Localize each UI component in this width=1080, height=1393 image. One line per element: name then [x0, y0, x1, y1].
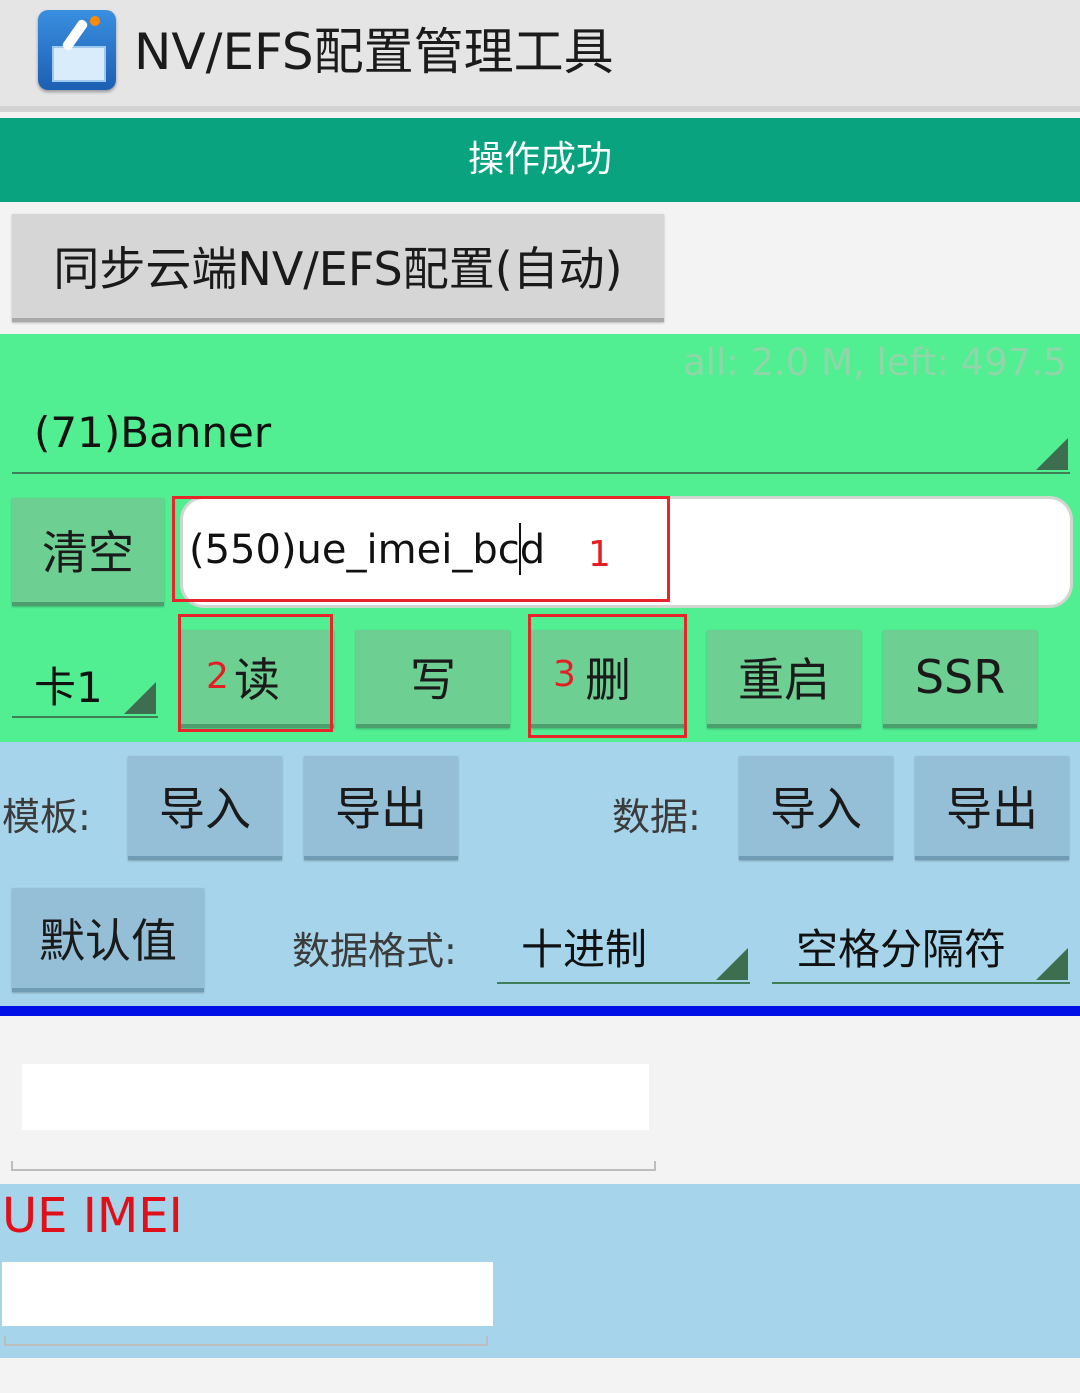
number-base-spinner[interactable]: 十进制: [497, 906, 750, 984]
template-label: 模板:: [2, 795, 91, 839]
imei-field-underline: [4, 1336, 488, 1346]
dropdown-triangle-icon: [1036, 438, 1068, 470]
imei-title: UE IMEI: [2, 1188, 183, 1244]
annotation-box-3: [528, 614, 687, 738]
dropdown-triangle-icon: [124, 682, 156, 714]
app-title: NV/EFS配置管理工具: [134, 23, 614, 81]
number-base-value: 十进制: [521, 925, 648, 974]
annotation-box-2: [178, 614, 333, 732]
annotation-number-2: 2: [206, 656, 229, 697]
section-divider: [0, 1006, 1080, 1016]
dropdown-triangle-icon: [1036, 948, 1068, 980]
annotation-number-3: 3: [553, 654, 576, 695]
data-format-label: 数据格式:: [292, 929, 457, 973]
result-field[interactable]: [22, 1064, 649, 1130]
result-field-underline: [11, 1161, 656, 1171]
annotation-number-1: 1: [588, 534, 611, 575]
status-banner: 操作成功: [0, 118, 1080, 202]
sim-card-spinner[interactable]: 卡1: [12, 640, 158, 718]
nv-group-spinner[interactable]: (71)Banner: [12, 400, 1070, 474]
app-dropper-icon: [38, 10, 116, 90]
imei-field[interactable]: [2, 1262, 493, 1326]
data-import-button[interactable]: 导入: [739, 756, 893, 860]
nv-group-value: (71)Banner: [34, 408, 272, 457]
dropdown-triangle-icon: [716, 948, 748, 980]
memory-usage: all: 2.0 M, left: 497.5 K: [683, 341, 1080, 384]
ssr-button[interactable]: SSR: [883, 630, 1037, 728]
restart-button[interactable]: 重启: [707, 630, 861, 728]
clear-button[interactable]: 清空: [12, 498, 164, 606]
data-export-button[interactable]: 导出: [915, 756, 1069, 860]
separator-value: 空格分隔符: [796, 925, 1007, 974]
write-button[interactable]: 写: [356, 630, 510, 728]
separator-spinner[interactable]: 空格分隔符: [772, 906, 1070, 984]
template-import-button[interactable]: 导入: [128, 756, 282, 860]
template-export-button[interactable]: 导出: [304, 756, 458, 860]
default-value-button[interactable]: 默认值: [12, 888, 204, 992]
data-label: 数据:: [612, 795, 701, 839]
sim-card-value: 卡1: [34, 663, 103, 712]
sync-cloud-button[interactable]: 同步云端NV/EFS配置(自动): [12, 214, 664, 322]
